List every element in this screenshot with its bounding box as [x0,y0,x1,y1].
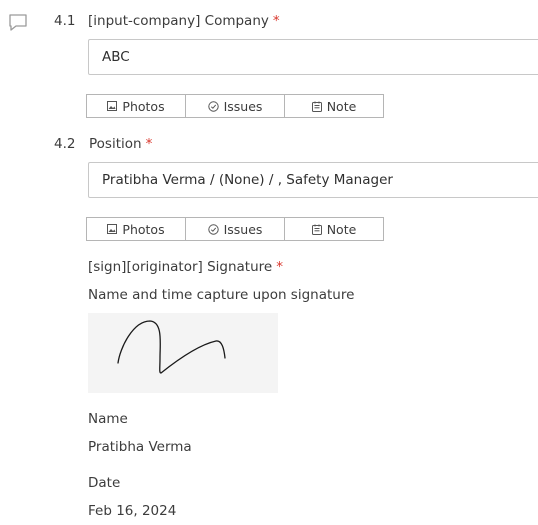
comment-icon[interactable] [8,12,28,32]
date-value: Feb 16, 2024 [88,503,177,519]
signature-image [88,313,278,393]
question-label: [input-company] Company * [88,13,280,29]
note-icon [311,101,322,112]
photos-button[interactable]: Photos [86,217,186,241]
required-mark: * [145,136,153,152]
note-label: Note [326,221,357,237]
issues-label: Issues [223,221,263,237]
signature-stroke [117,320,226,374]
name-value: Pratibha Verma [88,439,192,455]
required-mark: * [276,259,283,275]
date-label: Date [88,475,121,491]
photos-button[interactable]: Photos [86,94,186,118]
company-input[interactable]: ABC [88,39,538,75]
issues-label: Issues [223,98,263,114]
signature-label-text: [sign][originator] Signature [88,259,273,275]
question-number: 4.2 [54,136,76,152]
action-buttons: Photos Issues Note [86,94,384,118]
name-label: Name [88,411,128,427]
note-button[interactable]: Note [284,94,384,118]
signature-hint: Name and time capture upon signature [88,287,355,303]
image-icon [107,101,118,111]
question-label-text: Position [89,136,142,152]
question-number: 4.1 [54,13,76,29]
question-label: Position * [89,136,152,152]
photos-label: Photos [122,221,165,237]
photos-label: Photos [122,98,165,114]
check-circle-icon [207,223,219,235]
image-icon [107,224,118,234]
check-circle-icon [207,100,219,112]
note-icon [311,224,322,235]
note-button[interactable]: Note [284,217,384,241]
action-buttons: Photos Issues Note [86,217,384,241]
required-mark: * [272,13,280,29]
issues-button[interactable]: Issues [185,217,285,241]
signature-label: [sign][originator] Signature * [88,259,283,275]
position-input[interactable]: Pratibha Verma / (None) / , Safety Manag… [88,162,538,198]
issues-button[interactable]: Issues [185,94,285,118]
note-label: Note [326,98,357,114]
question-label-text: [input-company] Company [88,13,269,29]
